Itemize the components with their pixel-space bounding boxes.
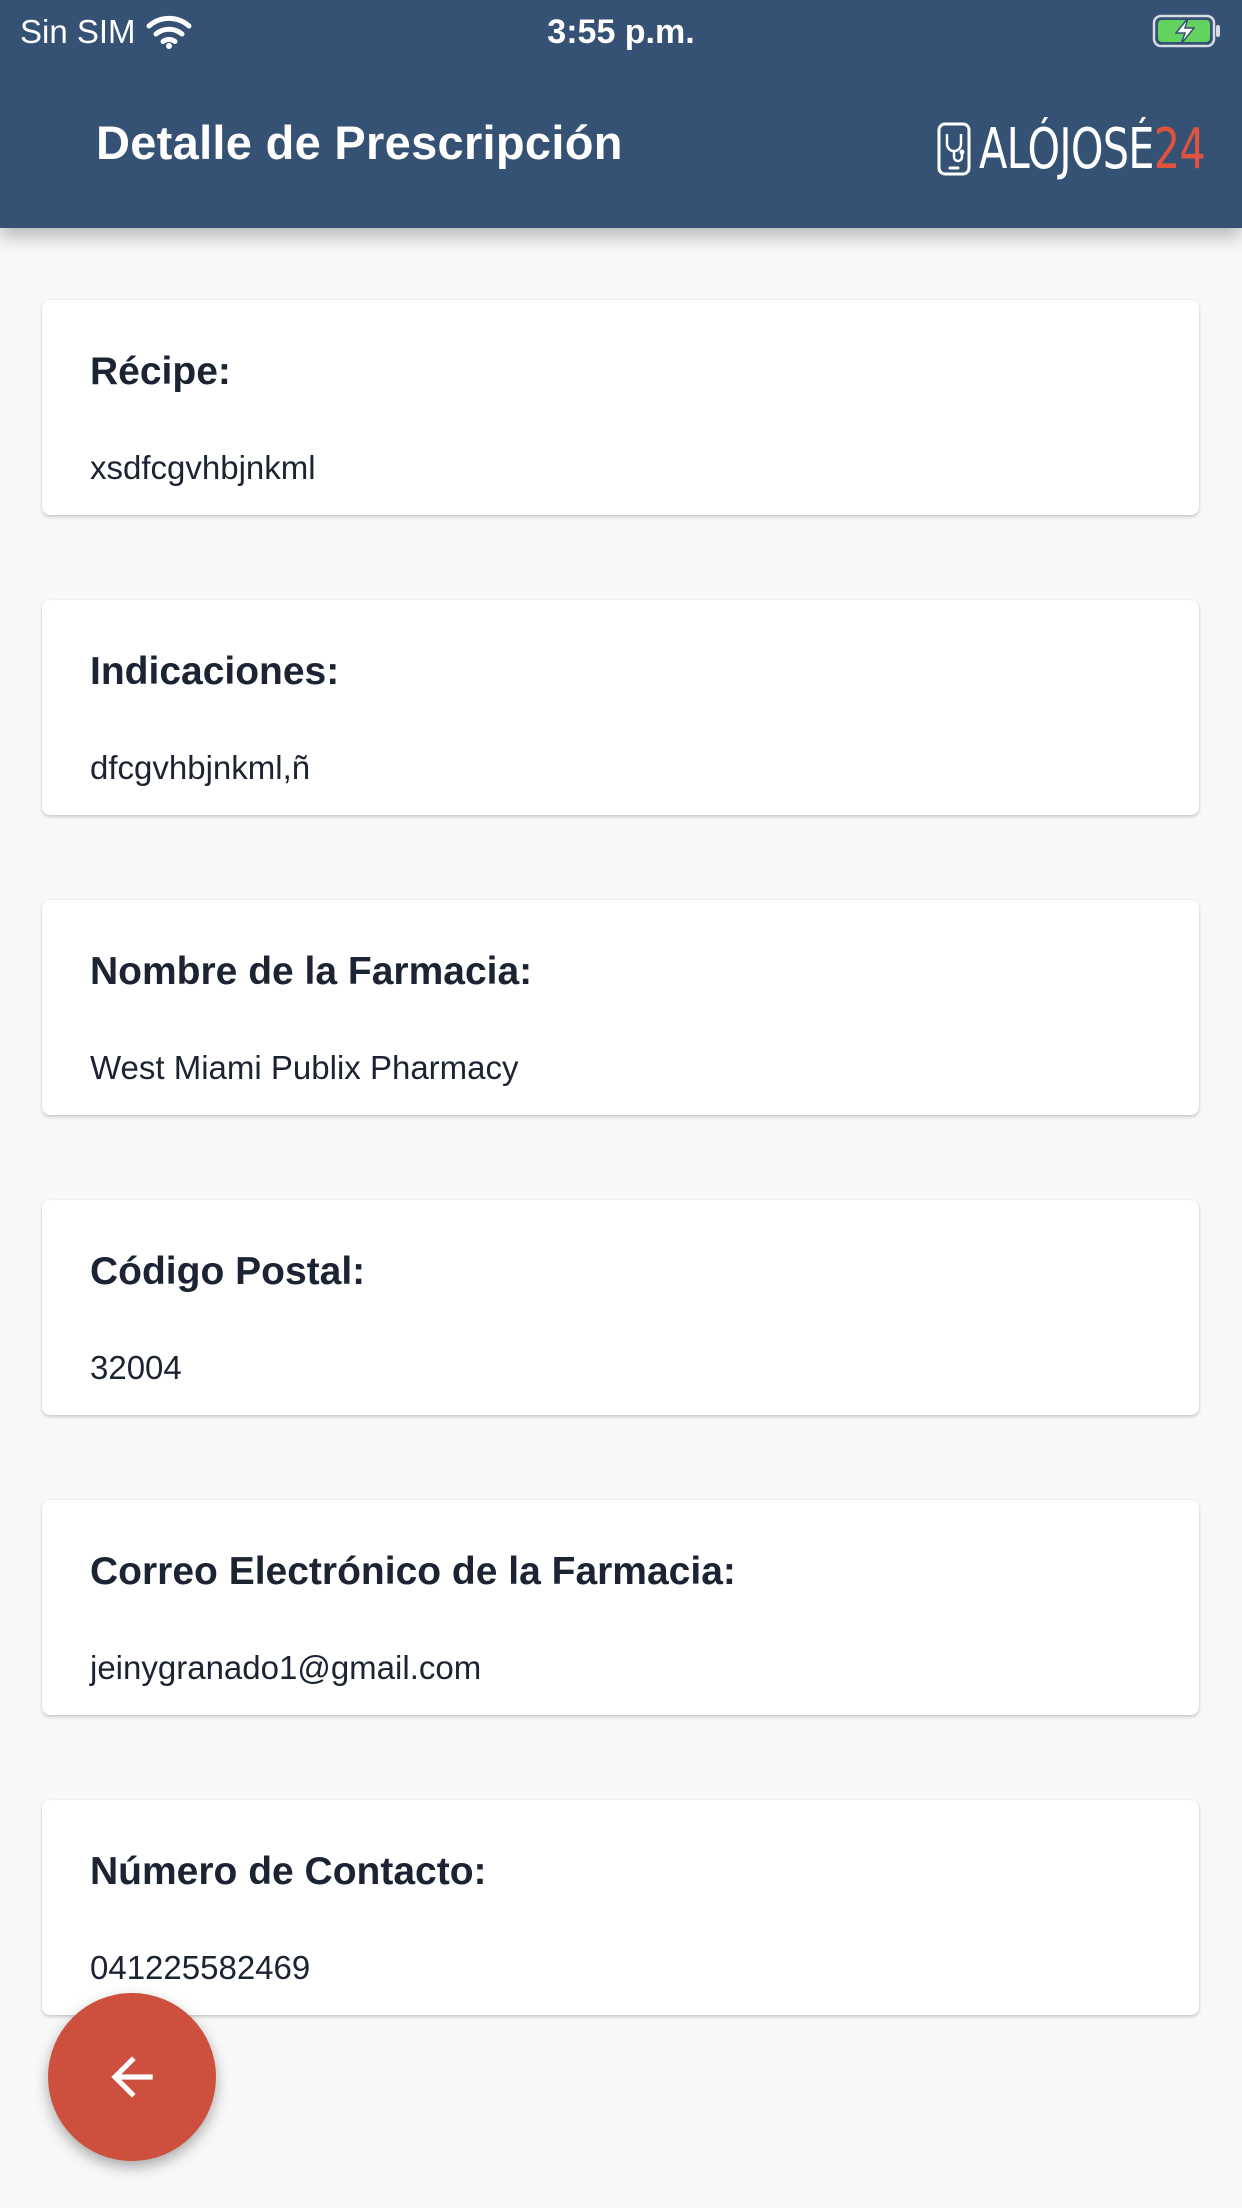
card-label: Correo Electrónico de la Farmacia: — [90, 1550, 736, 1593]
card-value: xsdfcgvhbjnkml — [90, 449, 316, 486]
detail-card-contact-number: Número de Contacto: 041225582469 — [42, 1800, 1199, 2015]
card-value: 041225582469 — [90, 1949, 311, 1986]
card-label: Indicaciones: — [90, 650, 340, 693]
status-bar: Sin SIM 3:55 p.m. — [0, 0, 1242, 64]
card-label: Código Postal: — [90, 1250, 366, 1293]
app-bar: Sin SIM 3:55 p.m. Detalle de Prescripció… — [0, 0, 1242, 228]
card-value: jeinygranado1@gmail.com — [90, 1649, 482, 1686]
page-title: Detalle de Prescripción — [96, 116, 623, 169]
logo-number: 24 — [1153, 117, 1205, 182]
prescription-details: Récipe: xsdfcgvhbjnkml Indicaciones: dfc… — [42, 300, 1199, 2100]
stethoscope-phone-icon — [937, 122, 971, 176]
detail-card-pharmacy-email: Correo Electrónico de la Farmacia: jeiny… — [42, 1500, 1199, 1715]
battery-charging-icon — [1152, 14, 1220, 48]
card-label: Nombre de la Farmacia: — [90, 950, 533, 993]
logo-text: ALÓJOSÉ24 — [978, 117, 1206, 182]
brand-logo: ALÓJOSÉ24 — [935, 118, 1218, 182]
logo-wordmark: ALÓJOSÉ — [978, 117, 1154, 182]
card-label: Número de Contacto: — [90, 1850, 487, 1893]
detail-card-postal-code: Código Postal: 32004 — [42, 1200, 1199, 1415]
detail-card-indicaciones: Indicaciones: dfcgvhbjnkml,ñ — [42, 600, 1199, 815]
arrow-left-icon — [111, 2056, 153, 2098]
card-value: dfcgvhbjnkml,ñ — [90, 749, 311, 786]
card-value: West Miami Publix Pharmacy — [90, 1049, 519, 1086]
status-time: 3:55 p.m. — [547, 13, 695, 51]
detail-card-pharmacy-name: Nombre de la Farmacia: West Miami Publix… — [42, 900, 1199, 1115]
card-label: Récipe: — [90, 350, 231, 393]
card-value: 32004 — [90, 1349, 182, 1386]
back-button[interactable] — [48, 1993, 216, 2161]
detail-card-recipe: Récipe: xsdfcgvhbjnkml — [42, 300, 1199, 515]
